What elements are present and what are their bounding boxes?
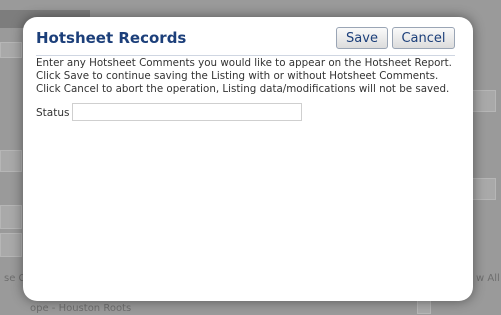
cancel-button[interactable]: Cancel — [392, 27, 455, 49]
instruction-line: Click Save to continue saving the Listin… — [36, 70, 439, 83]
instruction-line: Enter any Hotsheet Comments you would li… — [36, 57, 452, 69]
background-icon — [417, 300, 431, 314]
save-button[interactable]: Save — [336, 27, 388, 49]
status-input[interactable] — [72, 103, 302, 121]
background-field — [470, 178, 496, 200]
status-label: Status — [36, 107, 70, 119]
background-field — [0, 205, 22, 229]
dialog-instructions: Enter any Hotsheet Comments you would li… — [36, 57, 466, 97]
background-field — [0, 150, 22, 172]
instruction-line: Click Cancel to abort the operation, Lis… — [36, 83, 450, 96]
dialog-header: Hotsheet Records Save Cancel — [36, 27, 455, 56]
background-field — [0, 42, 22, 58]
background-field — [0, 233, 22, 257]
background-field — [470, 90, 496, 112]
background-text: ope - Houston Roots — [30, 303, 132, 314]
dialog-title: Hotsheet Records — [36, 29, 187, 47]
background-text: w All — [476, 273, 500, 284]
hotsheet-records-dialog: Hotsheet Records Save Cancel Enter any H… — [23, 17, 473, 301]
